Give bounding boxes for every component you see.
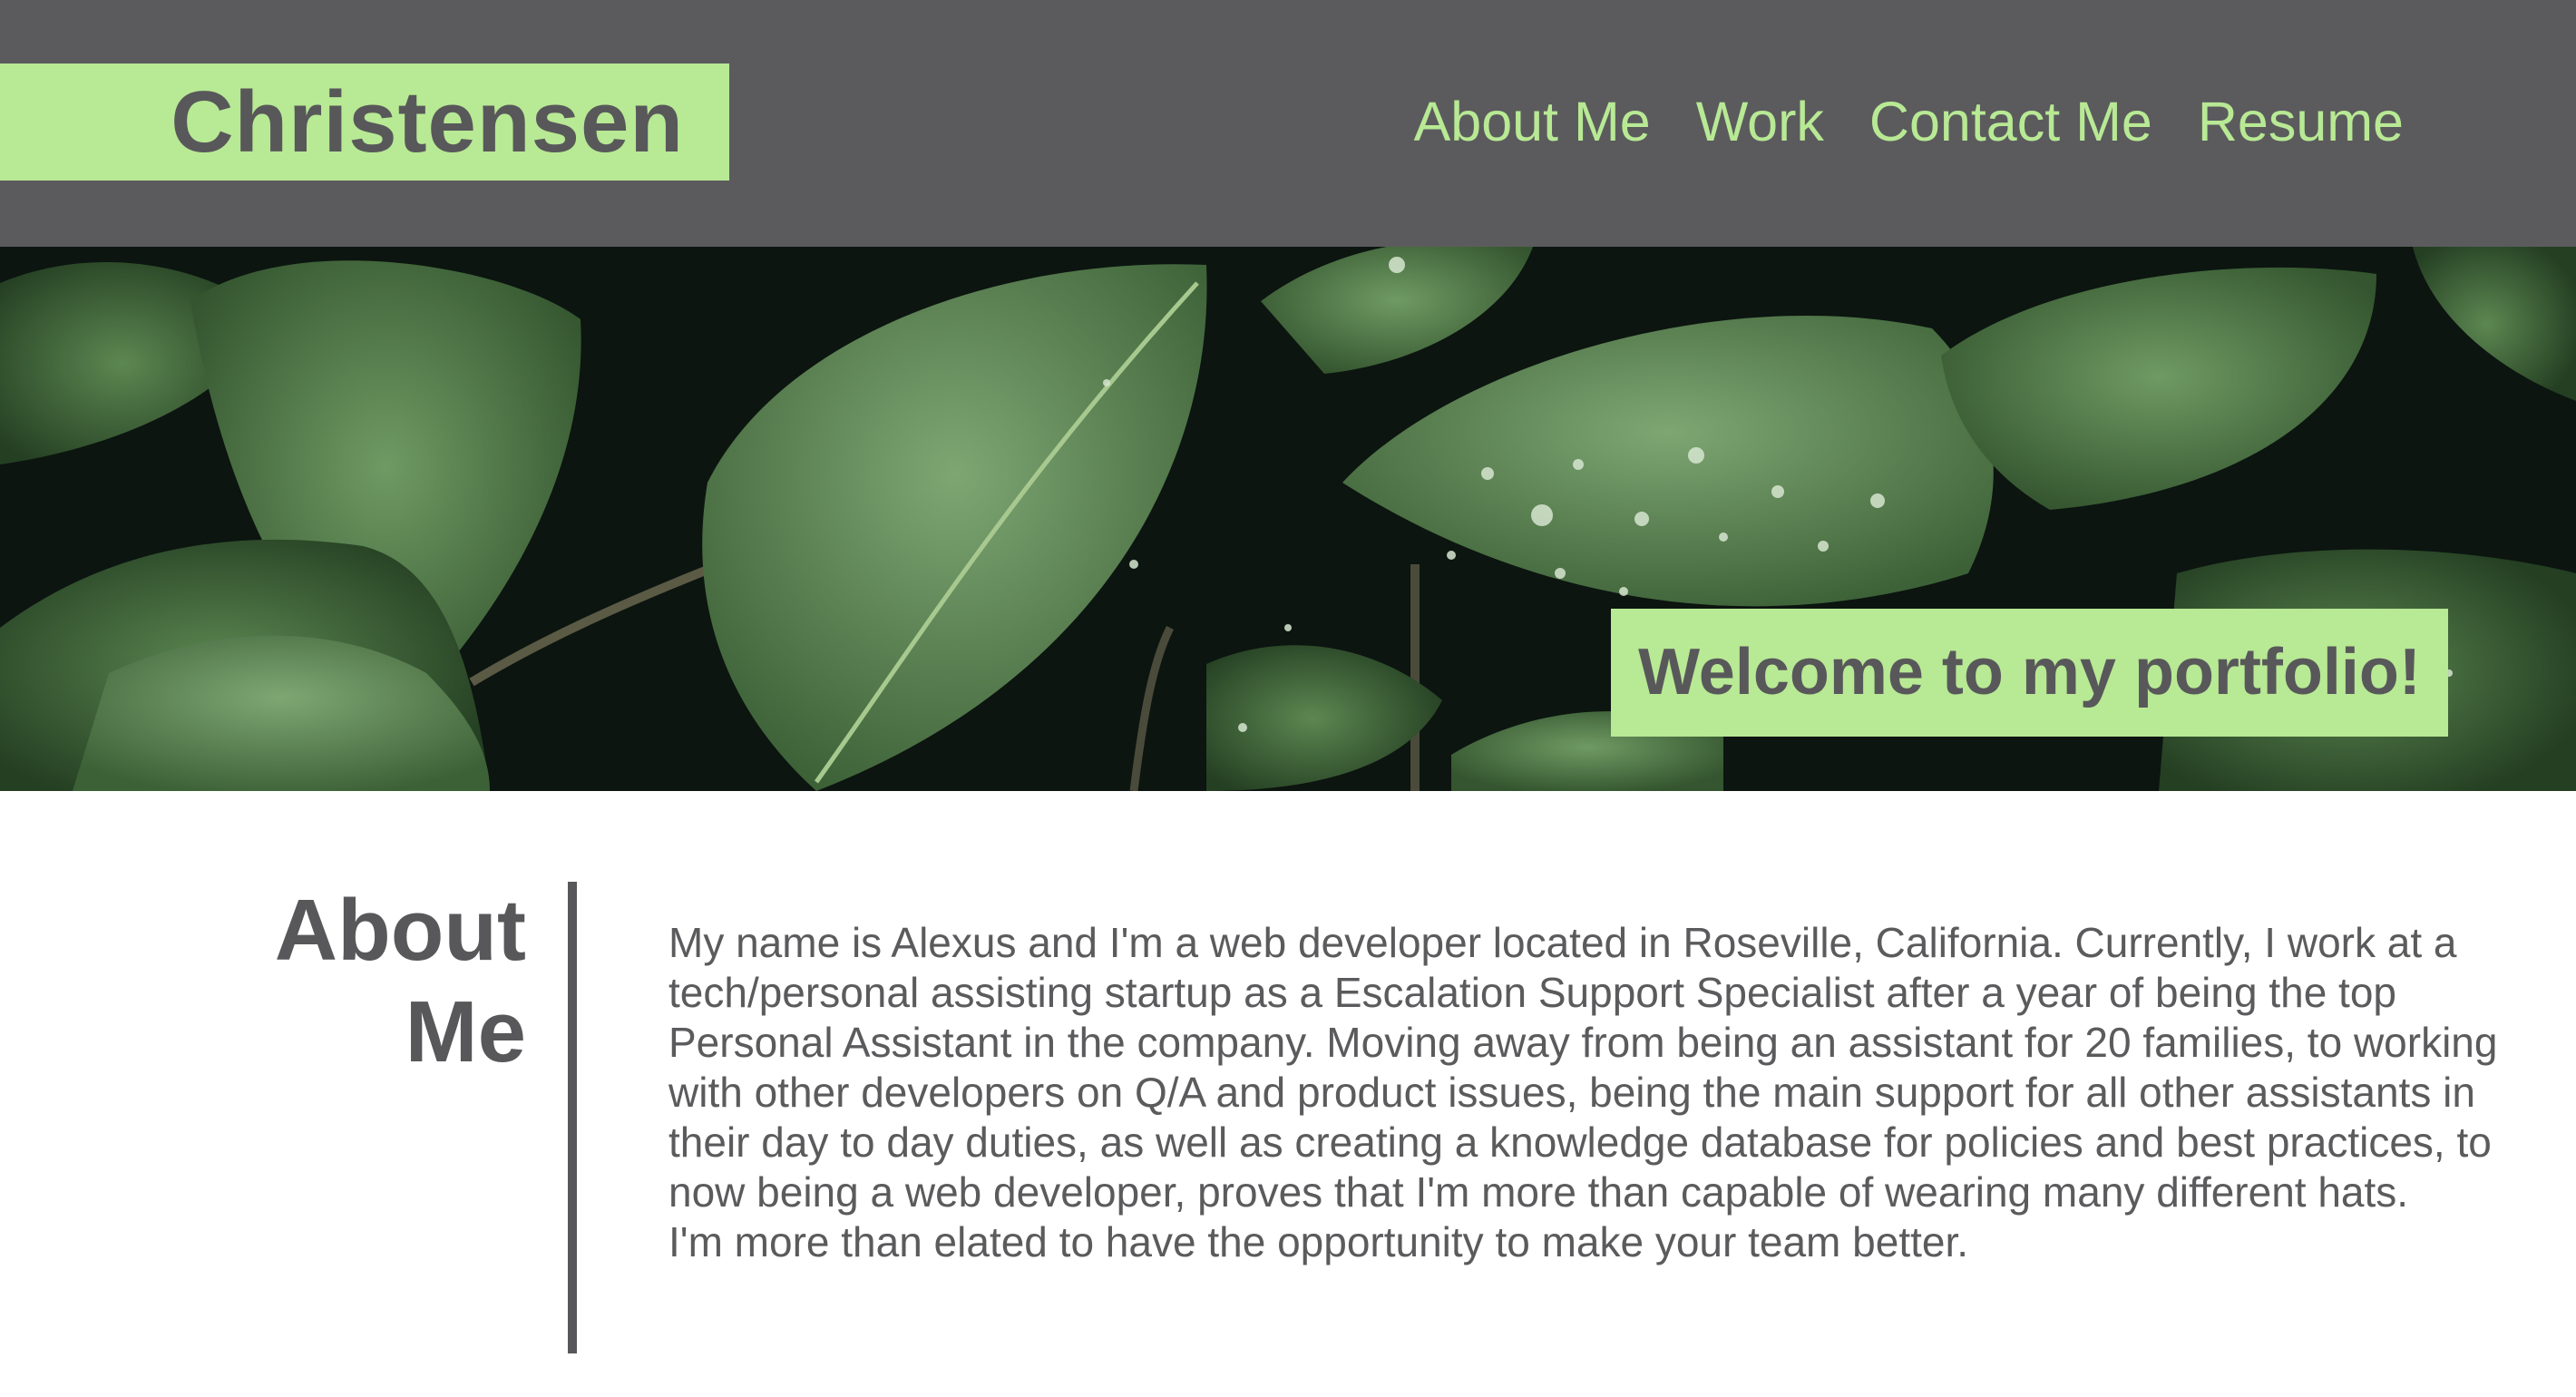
welcome-banner: Welcome to my portfolio! — [1611, 609, 2448, 737]
nav-link-contact-me[interactable]: Contact Me — [1869, 83, 2152, 160]
portfolio-page: Christensen About Me Work Contact Me Res… — [0, 0, 2576, 1397]
about-paragraph-1: My name is Alexus and I'm a web develope… — [668, 919, 2498, 1216]
nav-link-work[interactable]: Work — [1696, 83, 1824, 160]
site-brand[interactable]: Christensen — [0, 64, 729, 181]
section-divider — [568, 882, 577, 1353]
nav-link-about-me[interactable]: About Me — [1414, 83, 1651, 160]
about-paragraph-2: I'm more than elated to have the opportu… — [668, 1218, 1969, 1265]
about-me-text: My name is Alexus and I'm a web develope… — [668, 918, 2501, 1267]
main-nav: About Me Work Contact Me Resume — [1414, 83, 2404, 160]
site-header: Christensen About Me Work Contact Me Res… — [0, 0, 2576, 247]
about-me-heading: About Me — [274, 882, 526, 1080]
nav-link-resume[interactable]: Resume — [2198, 83, 2404, 160]
